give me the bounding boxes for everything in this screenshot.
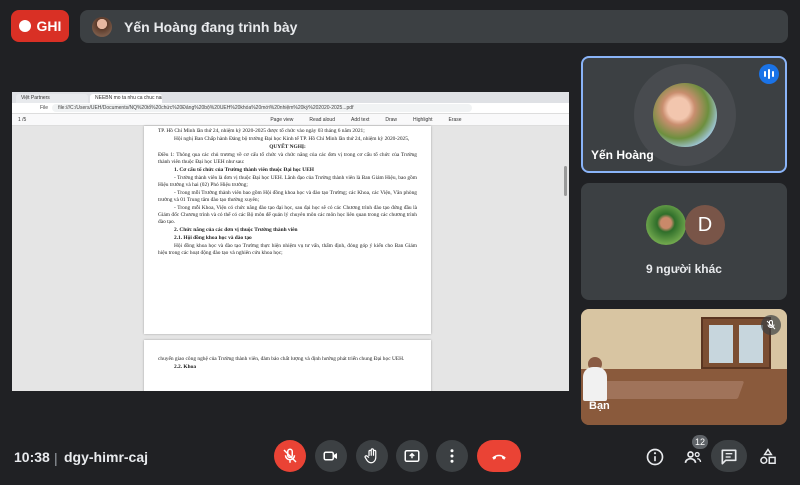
participant-count-badge: 12	[692, 435, 709, 449]
participant-tile-presenter[interactable]: Yến Hoàng	[581, 56, 787, 173]
presentation-banner[interactable]: Yến Hoàng đang trình bày	[80, 10, 788, 43]
pdf-draw: Draw	[385, 116, 398, 123]
pdf-text-line: Điều 1: Thông qua các chủ trương về cơ c…	[158, 152, 417, 165]
pdf-page-1: TP. Hồ Chí Minh lần thứ 24, nhiệm kỳ 202…	[144, 126, 431, 334]
pdf-text-line: chuyển giao công nghệ của Trường thành v…	[158, 356, 405, 362]
camera-icon	[323, 451, 337, 461]
pdf-text-line: TP. Hồ Chí Minh lần thứ 24, nhiệm kỳ 202…	[158, 128, 365, 134]
others-count-label: 9 người khác	[646, 262, 722, 276]
end-call-button[interactable]	[477, 440, 521, 472]
more-options-icon	[450, 449, 454, 463]
pdf-subheading: 2. Chức năng của các đơn vị thuộc Trường…	[174, 227, 298, 233]
pdf-text-line: Hội đồng khoa học và đào tạo Trường thực…	[158, 243, 417, 256]
pdf-subheading: 2.2. Khoa	[174, 364, 197, 370]
meeting-time: 10:38	[14, 449, 50, 465]
pdf-subheading: 1. Cơ cấu tổ chức của Trường thành viên …	[174, 167, 314, 173]
mic-toggle-button[interactable]	[274, 440, 306, 472]
browser-tab-bar: Việt Partners NEEBN mo ta nhu ca chuc na…	[12, 92, 569, 103]
pdf-subheading: 2.1. Hội đồng khoa học và đào tạo	[174, 235, 252, 241]
file-label: File	[40, 105, 49, 111]
pdf-text-line: - Trường thành viên là đơn vị thuộc Đại …	[158, 175, 417, 188]
pdf-add-text: Add text	[351, 116, 370, 123]
mic-off-icon	[283, 448, 297, 463]
browser-tab-active: NEEBN mo ta nhu ca chuc nang...	[90, 94, 162, 103]
pdf-text-line: - Trong mỗi Khoa, Viện có chức năng đào …	[158, 205, 417, 225]
more-options-button[interactable]	[436, 440, 468, 472]
presenter-avatar	[92, 16, 112, 37]
avatar	[646, 205, 686, 245]
participant-name: Bạn	[589, 400, 610, 412]
pdf-page-view: Page view	[270, 116, 294, 123]
pdf-page-number: 1 /5	[18, 116, 27, 123]
participant-tile-self[interactable]: Bạn	[581, 309, 787, 425]
pdf-heading: QUYẾT NGHỊ:	[269, 144, 306, 150]
present-button[interactable]	[396, 440, 428, 472]
raise-hand-button[interactable]	[356, 440, 388, 472]
participant-name: Yến Hoàng	[591, 148, 654, 162]
activities-button[interactable]	[757, 446, 779, 468]
record-label: GHI	[36, 18, 62, 34]
meeting-code: dgy-himr-caj	[64, 449, 149, 465]
room-video	[581, 309, 787, 425]
pdf-viewer: TP. Hồ Chí Minh lần thứ 24, nhiệm kỳ 202…	[12, 126, 569, 391]
camera-toggle-button[interactable]	[315, 440, 347, 472]
pdf-page-2: chuyển giao công nghệ của Trường thành v…	[144, 340, 431, 391]
speaking-icon	[759, 64, 779, 84]
record-button[interactable]: GHI	[11, 10, 69, 42]
pdf-scrollbar	[564, 166, 567, 196]
pdf-erase: Erase	[448, 116, 462, 123]
people-button[interactable]	[682, 446, 704, 468]
end-call-icon	[492, 454, 506, 460]
browser-address-bar: File file:///C:/Users/UEH/Documents/NQ%2…	[12, 103, 569, 114]
people-icon	[684, 451, 702, 463]
pdf-toolbar: 1 /5 Page view Read aloud Add text Draw …	[12, 114, 569, 126]
chat-icon-wrap[interactable]	[718, 446, 740, 468]
activities-icon	[760, 448, 776, 464]
avatar-initial: D	[685, 205, 725, 245]
info-icon	[646, 448, 664, 466]
shared-screen: Việt Partners NEEBN mo ta nhu ca chuc na…	[12, 92, 569, 391]
mic-off-icon	[761, 315, 781, 335]
presenting-text: Yến Hoàng đang trình bày	[124, 18, 298, 35]
raise-hand-icon	[364, 448, 377, 464]
url-text: file:///C:/Users/UEH/Documents/NQ%20tổ%2…	[52, 104, 473, 112]
pdf-highlight: Highlight	[413, 116, 433, 123]
separator: |	[54, 450, 58, 466]
presenter-avatar-large	[653, 83, 717, 147]
pdf-text-line: Hội nghị Ban Chấp hành Đảng bộ trường Đạ…	[174, 136, 410, 142]
chat-icon	[721, 449, 737, 465]
participant-tile-others[interactable]: D 9 người khác	[581, 183, 787, 300]
pdf-read-aloud: Read aloud	[309, 116, 335, 123]
present-icon	[404, 450, 420, 462]
record-dot-icon	[18, 20, 31, 32]
pdf-text-line: - Trong mỗi Trường thành viên bao gồm Hộ…	[158, 190, 417, 203]
meeting-info-button[interactable]	[644, 446, 666, 468]
browser-tab: Việt Partners	[16, 94, 88, 103]
